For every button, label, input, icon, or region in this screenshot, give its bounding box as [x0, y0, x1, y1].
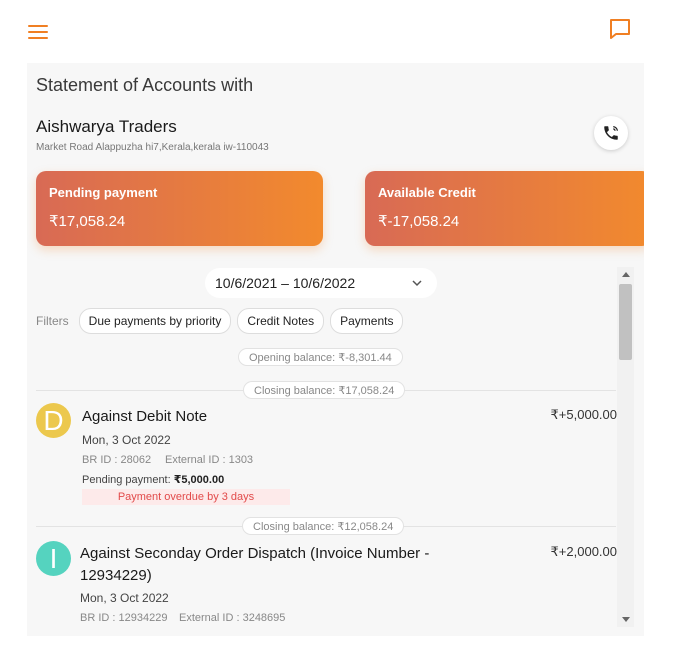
statement-title: Statement of Accounts with: [36, 75, 254, 95]
transaction-avatar: I: [36, 541, 71, 576]
call-button[interactable]: [594, 116, 628, 150]
party-name: Aishwarya Traders: [36, 117, 177, 136]
pending-payment-amount: ₹17,058.24: [49, 213, 126, 230]
filters-label: Filters: [36, 314, 69, 328]
statement-panel: Statement of Accounts with Aishwarya Tra…: [27, 63, 644, 636]
scroll-up-icon[interactable]: [622, 272, 630, 277]
chevron-down-icon: [412, 280, 422, 287]
transaction-pending-amount: ₹5,000.00: [173, 474, 225, 486]
transaction-amount: ₹+2,000.00: [550, 544, 617, 559]
available-credit-amount: ₹-17,058.24: [378, 213, 460, 230]
date-range-selector[interactable]: 10/6/2021 – 10/6/2022: [205, 268, 437, 298]
closing-balance-badge: Closing balance: ₹12,058.24: [242, 517, 405, 535]
transaction-title-line2: 12934229): [80, 567, 152, 584]
transaction-date: Mon, 3 Oct 2022: [80, 591, 169, 605]
available-credit-label: Available Credit: [378, 185, 476, 200]
top-bar: [0, 0, 699, 60]
filters-row: Filters Due payments by priority Credit …: [36, 308, 404, 334]
chat-bubble-icon[interactable]: [608, 17, 632, 41]
transaction-amount: ₹+5,000.00: [550, 407, 617, 422]
scrollbar-thumb[interactable]: [619, 284, 632, 360]
transaction-date: Mon, 3 Oct 2022: [82, 433, 171, 447]
filter-chip-due-payments[interactable]: Due payments by priority: [78, 308, 232, 334]
pending-payment-card[interactable]: Pending payment ₹17,058.24: [36, 171, 323, 246]
date-range-value: 10/6/2021 – 10/6/2022: [215, 275, 356, 291]
phone-call-icon: [604, 126, 618, 140]
filter-chip-payments[interactable]: Payments: [330, 308, 404, 334]
app-root: Statement of Accounts with Aishwarya Tra…: [0, 0, 699, 656]
transaction-external-id: External ID : 3248695: [179, 612, 286, 624]
overdue-badge: Payment overdue by 3 days: [82, 489, 290, 505]
scrollbar[interactable]: [617, 267, 634, 627]
filter-chip-credit-notes[interactable]: Credit Notes: [237, 308, 325, 334]
transaction-br-id: BR ID : 12934229: [80, 612, 168, 624]
opening-balance-badge: Opening balance: ₹-8,301.44: [238, 348, 403, 366]
closing-balance-badge: Closing balance: ₹17,058.24: [243, 381, 406, 399]
transaction-br-id: BR ID : 28062: [82, 454, 152, 466]
transaction-avatar: D: [36, 403, 71, 438]
transaction-external-id: External ID : 1303: [165, 454, 254, 466]
transaction-title[interactable]: Against Debit Note: [82, 406, 207, 428]
party-address: Market Road Alappuzha hi7,Kerala,kerala …: [36, 142, 269, 153]
pending-payment-label: Pending payment: [49, 185, 158, 200]
transaction-pending: Pending payment: ₹5,000.00: [82, 473, 224, 486]
hamburger-menu-icon[interactable]: [28, 25, 48, 39]
transaction-title-line1: Against Seconday Order Dispatch (Invoice…: [80, 545, 430, 562]
scroll-down-icon[interactable]: [622, 617, 630, 622]
available-credit-card[interactable]: Available Credit ₹-17,058.24: [365, 171, 644, 246]
transaction-title[interactable]: Against Seconday Order Dispatch (Invoice…: [80, 543, 520, 587]
transaction-pending-label: Pending payment:: [82, 474, 174, 486]
